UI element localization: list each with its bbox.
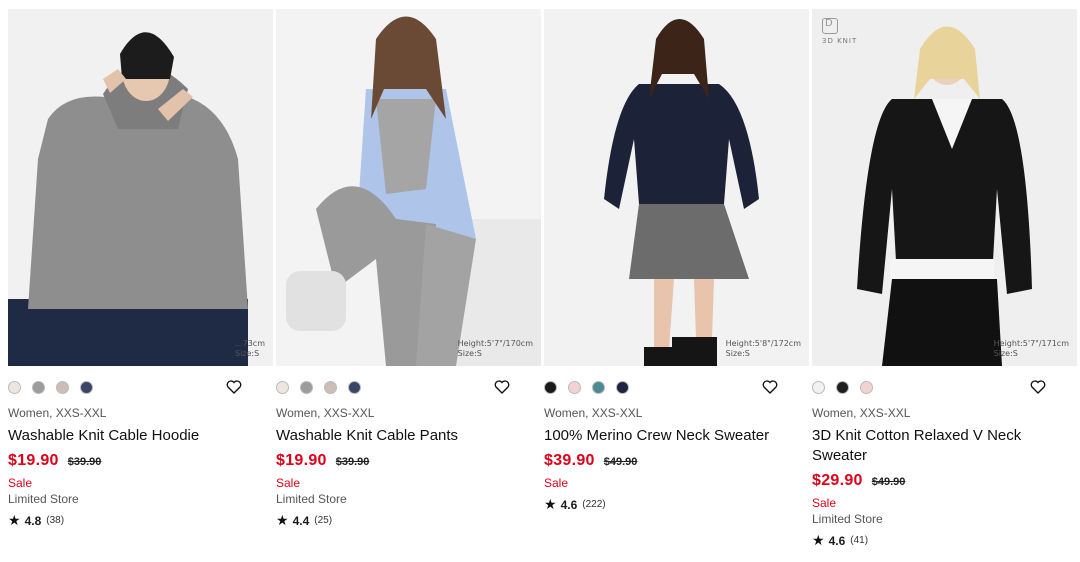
product-name[interactable]: Washable Knit Cable Pants	[276, 426, 541, 446]
product-card[interactable]: ...73cm Size:S Women, XXS-XXL Washable K…	[8, 9, 273, 549]
rating: ★ 4.8 (38)	[8, 512, 273, 529]
rating: ★ 4.6 (41)	[812, 532, 1077, 549]
color-swatch[interactable]	[348, 380, 361, 394]
price-row: $39.90 $49.90	[544, 452, 809, 470]
price-row: $19.90 $39.90	[276, 452, 541, 470]
store-label: Limited Store	[8, 492, 79, 506]
product-image[interactable]: 3D KNIT Height:5'7"/171cm Size:S	[812, 9, 1077, 366]
review-count[interactable]: (25)	[314, 515, 332, 526]
color-swatch[interactable]	[544, 380, 557, 394]
color-swatches	[8, 379, 273, 395]
original-price: $49.90	[871, 476, 906, 488]
star-icon: ★	[812, 532, 825, 548]
model-size-note: ...73cm Size:S	[235, 339, 265, 358]
sale-label: Sale	[812, 496, 837, 510]
price-row: $29.90 $49.90	[812, 472, 1077, 490]
sale-label: Sale	[8, 476, 33, 490]
product-image[interactable]: Height:5'7"/170cm Size:S	[276, 9, 541, 366]
color-swatch[interactable]	[32, 380, 45, 394]
product-name[interactable]: Washable Knit Cable Hoodie	[8, 426, 273, 446]
original-price: $39.90	[335, 456, 370, 468]
review-count[interactable]: (222)	[582, 499, 605, 510]
color-swatch[interactable]	[80, 380, 93, 394]
color-swatch[interactable]	[276, 380, 289, 394]
star-icon: ★	[276, 512, 289, 528]
original-price: $49.90	[603, 456, 638, 468]
review-count[interactable]: (38)	[46, 515, 64, 526]
color-swatch[interactable]	[836, 380, 849, 394]
price-row: $19.90 $39.90	[8, 452, 273, 470]
sale-label: Sale	[544, 476, 569, 490]
sale-price: $19.90	[8, 452, 59, 469]
model-photo-hoodie	[8, 9, 273, 366]
model-photo-merino	[544, 9, 809, 366]
product-image[interactable]: Height:5'8"/172cm Size:S	[544, 9, 809, 366]
color-swatch[interactable]	[616, 380, 629, 394]
product-name[interactable]: 3D Knit Cotton Relaxed V Neck Sweater	[812, 426, 1077, 466]
model-size-note: Height:5'7"/171cm Size:S	[993, 339, 1069, 358]
color-swatch[interactable]	[812, 380, 825, 394]
model-size-note: Height:5'7"/170cm Size:S	[457, 339, 533, 358]
rating-score: 4.6	[828, 533, 846, 548]
model-photo-vneck	[812, 9, 1077, 366]
product-card[interactable]: Height:5'8"/172cm Size:S Women, XXS-XXL …	[544, 9, 809, 549]
sale-price: $29.90	[812, 472, 863, 489]
star-icon: ★	[544, 496, 557, 512]
product-name[interactable]: 100% Merino Crew Neck Sweater	[544, 426, 809, 446]
store-label: Limited Store	[276, 492, 347, 506]
gender-sizes: Women, XXS-XXL	[8, 406, 107, 420]
product-card[interactable]: Height:5'7"/170cm Size:S Women, XXS-XXL …	[276, 9, 541, 549]
rating: ★ 4.6 (222)	[544, 496, 809, 513]
product-grid: ...73cm Size:S Women, XXS-XXL Washable K…	[8, 9, 1077, 549]
color-swatch[interactable]	[56, 380, 69, 394]
model-photo-pants	[276, 9, 541, 366]
color-swatch[interactable]	[860, 380, 873, 394]
color-swatch[interactable]	[568, 380, 581, 394]
sale-label: Sale	[276, 476, 301, 490]
product-card[interactable]: 3D KNIT Height:5'7"/171cm Size:S Women, …	[812, 9, 1077, 549]
sale-price: $19.90	[276, 452, 327, 469]
heart-icon[interactable]	[1029, 378, 1047, 396]
3d-knit-badge: 3D KNIT	[822, 18, 857, 45]
heart-icon[interactable]	[493, 378, 511, 396]
sale-price: $39.90	[544, 452, 595, 469]
heart-icon[interactable]	[761, 378, 779, 396]
gender-sizes: Women, XXS-XXL	[812, 406, 911, 420]
color-swatches	[276, 379, 541, 395]
heart-icon[interactable]	[225, 378, 243, 396]
original-price: $39.90	[67, 456, 102, 468]
gender-sizes: Women, XXS-XXL	[544, 406, 643, 420]
product-image[interactable]: ...73cm Size:S	[8, 9, 273, 366]
rating-score: 4.8	[24, 513, 42, 528]
color-swatches	[544, 379, 809, 395]
star-icon: ★	[8, 512, 21, 528]
store-label: Limited Store	[812, 512, 883, 526]
gender-sizes: Women, XXS-XXL	[276, 406, 375, 420]
rating-score: 4.4	[292, 513, 310, 528]
color-swatch[interactable]	[300, 380, 313, 394]
color-swatches	[812, 379, 1077, 395]
rating: ★ 4.4 (25)	[276, 512, 541, 529]
color-swatch[interactable]	[592, 380, 605, 394]
color-swatch[interactable]	[8, 380, 21, 394]
3d-knit-icon	[822, 18, 838, 34]
rating-score: 4.6	[560, 497, 578, 512]
review-count[interactable]: (41)	[850, 535, 868, 546]
color-swatch[interactable]	[324, 380, 337, 394]
model-size-note: Height:5'8"/172cm Size:S	[725, 339, 801, 358]
